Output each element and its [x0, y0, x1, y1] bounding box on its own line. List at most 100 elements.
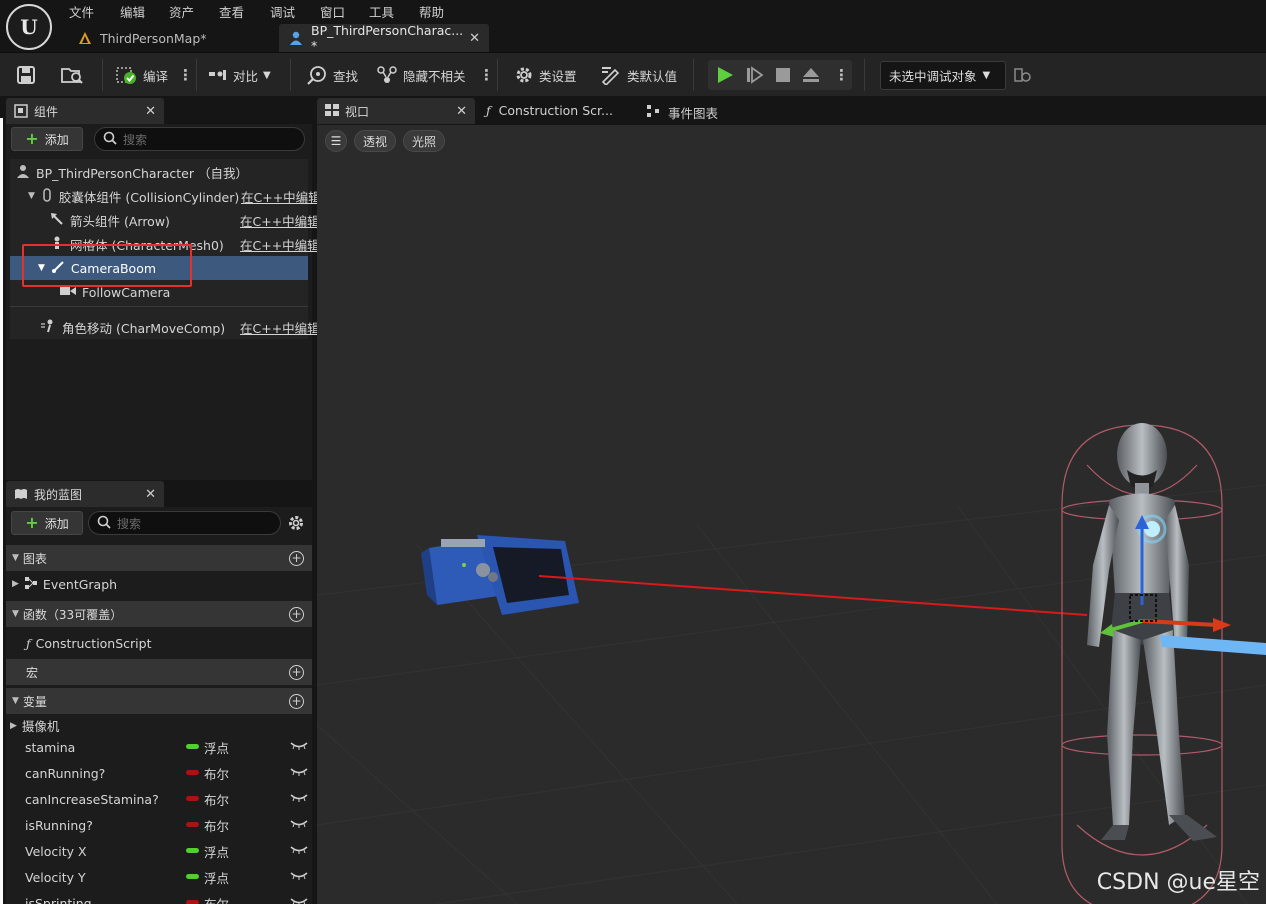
- expand-arrow-icon[interactable]: ▼: [28, 191, 35, 201]
- menu-file[interactable]: 文件: [69, 2, 94, 21]
- menu-debug[interactable]: 调试: [270, 2, 295, 21]
- component-root[interactable]: BP_ThirdPersonCharacter （自我）: [10, 160, 308, 184]
- edit-in-cpp-link[interactable]: 在C++中编辑: [240, 211, 318, 230]
- tab-viewport[interactable]: 视口 ✕: [317, 98, 475, 124]
- find-button[interactable]: 查找: [306, 61, 358, 89]
- edit-in-cpp-link[interactable]: 在C++中编辑: [240, 235, 318, 254]
- play-button[interactable]: [716, 61, 734, 89]
- construction-script-item[interactable]: ƒ ConstructionScript: [6, 631, 312, 655]
- variable-row[interactable]: Velocity X 浮点: [6, 838, 312, 864]
- save-button[interactable]: [16, 61, 36, 89]
- add-function-icon[interactable]: +: [289, 606, 304, 622]
- tab-construction-script[interactable]: ƒ Construction Scr...: [486, 103, 613, 118]
- menu-edit[interactable]: 编辑: [120, 2, 145, 21]
- variable-row[interactable]: isRunning? 布尔: [6, 812, 312, 838]
- edit-in-cpp-link[interactable]: 在C++中编辑: [240, 318, 318, 337]
- debug-target-select[interactable]: 未选中调试对象 ▼: [880, 61, 1006, 90]
- event-graph-item[interactable]: ▶ EventGraph: [6, 572, 312, 596]
- variable-row[interactable]: isSprinting 布尔: [6, 890, 312, 904]
- menu-asset[interactable]: 资产: [169, 2, 194, 21]
- variable-type-pill: [186, 796, 199, 801]
- level-icon: [78, 31, 92, 45]
- section-macros[interactable]: 宏 +: [6, 659, 312, 685]
- components-search-input[interactable]: 搜索: [94, 127, 305, 151]
- close-panel-icon[interactable]: ✕: [145, 487, 156, 502]
- variable-type: 布尔: [204, 766, 230, 782]
- add-label: 添加: [44, 516, 69, 531]
- expand-arrow-icon[interactable]: ▶: [12, 579, 19, 589]
- menu-window[interactable]: 窗口: [320, 2, 345, 21]
- unreal-logo-icon[interactable]: U: [6, 4, 52, 50]
- edit-in-cpp-link[interactable]: 在C++中编辑: [241, 187, 319, 206]
- variable-name: canIncreaseStamina?: [25, 791, 159, 807]
- hide-unrelated-options-button[interactable]: ⋮: [479, 61, 494, 89]
- compile-button[interactable]: 编译: [116, 61, 168, 89]
- component-collision-cylinder[interactable]: ▼ 胶囊体组件 (CollisionCylinder) 在C++中编辑: [10, 184, 319, 208]
- menu-help[interactable]: 帮助: [419, 2, 444, 21]
- eye-closed-icon[interactable]: [290, 844, 308, 859]
- add-variable-icon[interactable]: +: [289, 693, 304, 709]
- viewport-3d[interactable]: ☰ 透视 光照 CSDN @ue星空: [317, 125, 1266, 904]
- section-functions[interactable]: ▼ 函数（33可覆盖） +: [6, 601, 312, 627]
- compile-options-button[interactable]: ⋮: [178, 61, 193, 89]
- variable-type: 浮点: [204, 740, 230, 756]
- variable-type-pill: [186, 900, 199, 904]
- close-tab-icon[interactable]: ✕: [469, 31, 480, 46]
- menu-tools[interactable]: 工具: [369, 2, 394, 21]
- my-blueprint-panel-tab[interactable]: 我的蓝图 ✕: [6, 481, 164, 507]
- viewport-icon: [325, 103, 339, 119]
- class-settings-button[interactable]: 类设置: [514, 61, 577, 89]
- variable-type-pill: [186, 744, 199, 749]
- plus-icon: +: [25, 513, 39, 532]
- add-macro-icon[interactable]: +: [289, 664, 304, 680]
- eye-closed-icon[interactable]: [290, 896, 308, 904]
- diff-button[interactable]: 对比 ▼: [208, 61, 271, 89]
- variable-row[interactable]: stamina 浮点: [6, 734, 312, 760]
- component-label: BP_ThirdPersonCharacter （自我）: [36, 165, 248, 181]
- section-variables[interactable]: ▼ 变量 +: [6, 688, 312, 714]
- variable-row[interactable]: canIncreaseStamina? 布尔: [6, 786, 312, 812]
- component-char-move-comp[interactable]: 角色移动 (CharMoveComp) 在C++中编辑: [10, 315, 318, 339]
- movement-icon: [40, 319, 56, 336]
- variable-row[interactable]: canRunning? 布尔: [6, 760, 312, 786]
- expand-arrow-icon: ▶: [10, 720, 17, 731]
- play-options-button[interactable]: ⋮: [834, 61, 849, 89]
- component-arrow[interactable]: 箭头组件 (Arrow) 在C++中编辑: [10, 208, 318, 232]
- components-icon: [14, 104, 28, 118]
- eye-closed-icon[interactable]: [290, 792, 308, 807]
- tab-label: 事件图表: [668, 106, 719, 121]
- class-defaults-button[interactable]: 类默认值: [600, 61, 677, 89]
- add-graph-icon[interactable]: +: [289, 550, 304, 566]
- step-button[interactable]: [745, 61, 763, 89]
- find-icon: [306, 65, 328, 85]
- item-label: EventGraph: [42, 576, 118, 592]
- variable-row[interactable]: Velocity Y 浮点: [6, 864, 312, 890]
- eject-button[interactable]: [802, 61, 820, 89]
- tab-bp-thirdpersoncharacter[interactable]: BP_ThirdPersonCharac... * ✕: [279, 23, 489, 53]
- close-tab-icon[interactable]: ✕: [456, 104, 467, 119]
- eye-closed-icon[interactable]: [290, 766, 308, 781]
- camera-mesh: [421, 535, 579, 615]
- perspective-button[interactable]: 透视: [354, 130, 396, 152]
- my-blueprint-search-input[interactable]: 搜索: [88, 511, 281, 535]
- eye-closed-icon[interactable]: [290, 870, 308, 885]
- lit-button[interactable]: 光照: [403, 130, 445, 152]
- section-graphs[interactable]: ▼ 图表 +: [6, 545, 312, 571]
- viewport-options-button[interactable]: ☰: [325, 130, 347, 152]
- menu-view[interactable]: 查看: [219, 2, 244, 21]
- hide-unrelated-button[interactable]: 隐藏不相关: [376, 61, 466, 89]
- tab-event-graph[interactable]: 事件图表: [646, 103, 718, 122]
- components-panel-tab[interactable]: 组件 ✕: [6, 98, 164, 124]
- stop-button[interactable]: [774, 61, 792, 89]
- settings-gear-icon[interactable]: [287, 514, 305, 535]
- add-component-button[interactable]: + 添加: [11, 127, 83, 151]
- eye-closed-icon[interactable]: [290, 818, 308, 833]
- category-camera[interactable]: ▶ 摄像机: [10, 716, 59, 735]
- browse-button[interactable]: [60, 61, 84, 89]
- add-member-button[interactable]: + 添加: [11, 511, 83, 535]
- close-panel-icon[interactable]: ✕: [145, 104, 156, 119]
- eye-closed-icon[interactable]: [290, 740, 308, 755]
- tab-thirdpersonmap[interactable]: ThirdPersonMap*: [68, 24, 273, 52]
- debug-filter-button[interactable]: [1014, 61, 1032, 89]
- save-icon: [16, 65, 36, 85]
